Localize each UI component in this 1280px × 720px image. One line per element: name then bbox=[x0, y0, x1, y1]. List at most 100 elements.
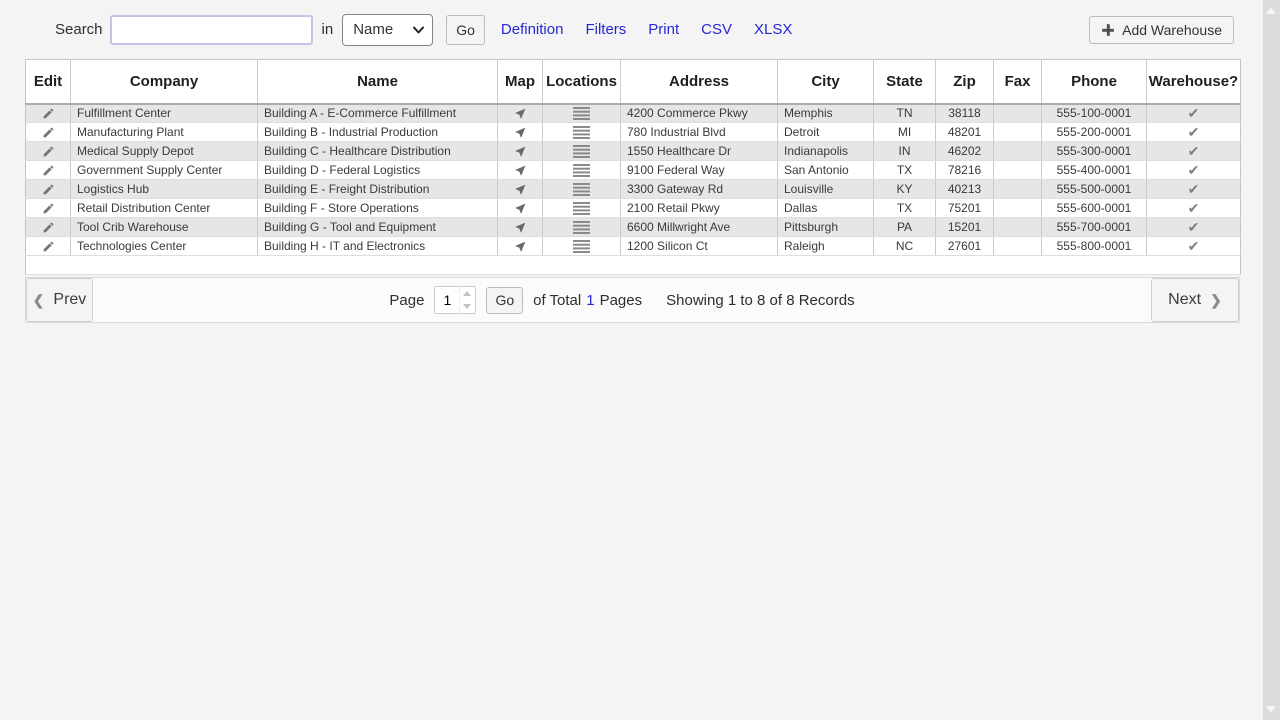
name-cell: Building A - E-Commerce Fulfillment bbox=[258, 104, 498, 123]
locations-cell[interactable] bbox=[543, 161, 621, 180]
zip-cell: 38118 bbox=[936, 104, 994, 123]
zip-cell: 15201 bbox=[936, 218, 994, 237]
locations-cell[interactable] bbox=[543, 104, 621, 123]
locations-cell[interactable] bbox=[543, 142, 621, 161]
phone-cell: 555-200-0001 bbox=[1042, 123, 1147, 142]
locations-cell[interactable] bbox=[543, 237, 621, 256]
stepper-up-button[interactable] bbox=[460, 287, 474, 300]
city-cell: Dallas bbox=[778, 199, 874, 218]
table-row: Logistics Hub Building E - Freight Distr… bbox=[26, 180, 1241, 199]
edit-cell[interactable] bbox=[26, 123, 71, 142]
column-header-address: Address bbox=[621, 60, 778, 104]
warehouse-table: Edit Company Name Map Locations Address … bbox=[25, 59, 1241, 275]
locations-list-icon bbox=[573, 221, 590, 234]
search-go-button[interactable]: Go bbox=[446, 15, 485, 45]
locations-list-icon bbox=[573, 202, 590, 215]
warehouse-cell: ✔ bbox=[1147, 104, 1241, 123]
edit-cell[interactable] bbox=[26, 104, 71, 123]
name-cell: Building G - Tool and Equipment bbox=[258, 218, 498, 237]
edit-cell[interactable] bbox=[26, 218, 71, 237]
csv-link[interactable]: CSV bbox=[701, 21, 732, 38]
in-label: in bbox=[322, 21, 334, 38]
edit-pencil-icon bbox=[42, 202, 55, 215]
check-icon: ✔ bbox=[1188, 162, 1200, 178]
fax-cell bbox=[994, 123, 1042, 142]
definition-link[interactable]: Definition bbox=[501, 21, 564, 38]
map-cell[interactable] bbox=[498, 123, 543, 142]
edit-cell[interactable] bbox=[26, 180, 71, 199]
phone-cell: 555-700-0001 bbox=[1042, 218, 1147, 237]
locations-list-icon bbox=[573, 126, 590, 139]
map-cell[interactable] bbox=[498, 180, 543, 199]
edit-cell[interactable] bbox=[26, 199, 71, 218]
address-cell: 4200 Commerce Pkwy bbox=[621, 104, 778, 123]
map-cell[interactable] bbox=[498, 218, 543, 237]
city-cell: Indianapolis bbox=[778, 142, 874, 161]
filters-link[interactable]: Filters bbox=[585, 21, 626, 38]
pagination-center: Page Go of Total 1 Pages Showing 1 to 8 … bbox=[93, 278, 1151, 322]
vertical-scrollbar[interactable] bbox=[1263, 0, 1280, 720]
name-cell: Building F - Store Operations bbox=[258, 199, 498, 218]
locations-cell[interactable] bbox=[543, 123, 621, 142]
fax-cell bbox=[994, 199, 1042, 218]
column-header-map: Map bbox=[498, 60, 543, 104]
column-header-warehouse: Warehouse? bbox=[1147, 60, 1241, 104]
map-cell[interactable] bbox=[498, 161, 543, 180]
triangle-down-icon bbox=[463, 304, 471, 309]
state-cell: TX bbox=[874, 161, 936, 180]
phone-cell: 555-300-0001 bbox=[1042, 142, 1147, 161]
scroll-down-arrow-icon[interactable] bbox=[1266, 706, 1276, 713]
map-cell[interactable] bbox=[498, 104, 543, 123]
check-icon: ✔ bbox=[1188, 181, 1200, 197]
add-warehouse-button[interactable]: Add Warehouse bbox=[1089, 16, 1234, 44]
zip-cell: 75201 bbox=[936, 199, 994, 218]
company-cell: Medical Supply Depot bbox=[71, 142, 258, 161]
locations-cell[interactable] bbox=[543, 180, 621, 199]
map-cell[interactable] bbox=[498, 199, 543, 218]
map-navigation-icon bbox=[514, 240, 527, 253]
search-label: Search bbox=[55, 21, 103, 38]
phone-cell: 555-400-0001 bbox=[1042, 161, 1147, 180]
xlsx-link[interactable]: XLSX bbox=[754, 21, 792, 38]
stepper-down-button[interactable] bbox=[460, 300, 474, 313]
scroll-up-arrow-icon[interactable] bbox=[1266, 7, 1276, 14]
search-field-selected-value: Name bbox=[353, 21, 393, 38]
prev-button[interactable]: ❮ Prev bbox=[26, 278, 93, 322]
search-input[interactable] bbox=[110, 15, 313, 45]
warehouse-cell: ✔ bbox=[1147, 237, 1241, 256]
city-cell: Louisville bbox=[778, 180, 874, 199]
table-row: Manufacturing Plant Building B - Industr… bbox=[26, 123, 1241, 142]
warehouse-cell: ✔ bbox=[1147, 161, 1241, 180]
edit-cell[interactable] bbox=[26, 142, 71, 161]
page-number-input[interactable] bbox=[435, 287, 459, 313]
warehouse-cell: ✔ bbox=[1147, 142, 1241, 161]
city-cell: Pittsburgh bbox=[778, 218, 874, 237]
fax-cell bbox=[994, 142, 1042, 161]
locations-cell[interactable] bbox=[543, 218, 621, 237]
locations-cell[interactable] bbox=[543, 199, 621, 218]
page-go-button[interactable]: Go bbox=[486, 287, 523, 314]
state-cell: TN bbox=[874, 104, 936, 123]
fax-cell bbox=[994, 161, 1042, 180]
state-cell: TX bbox=[874, 199, 936, 218]
column-header-company: Company bbox=[71, 60, 258, 104]
warehouse-cell: ✔ bbox=[1147, 180, 1241, 199]
address-cell: 1550 Healthcare Dr bbox=[621, 142, 778, 161]
total-pages-link[interactable]: 1 bbox=[586, 292, 594, 309]
check-icon: ✔ bbox=[1188, 105, 1200, 121]
map-cell[interactable] bbox=[498, 237, 543, 256]
table-footer-spacer bbox=[26, 256, 1241, 275]
edit-cell[interactable] bbox=[26, 237, 71, 256]
print-link[interactable]: Print bbox=[648, 21, 679, 38]
table-header-row: Edit Company Name Map Locations Address … bbox=[26, 60, 1241, 104]
edit-cell[interactable] bbox=[26, 161, 71, 180]
locations-list-icon bbox=[573, 145, 590, 158]
warehouse-list-page: Search in Name Go Definition Filters Pri… bbox=[0, 0, 1280, 323]
search-field-select[interactable]: Name bbox=[342, 14, 433, 46]
chevron-right-icon: ❯ bbox=[1210, 292, 1222, 309]
map-cell[interactable] bbox=[498, 142, 543, 161]
chevron-down-icon bbox=[413, 26, 424, 34]
next-button[interactable]: Next ❯ bbox=[1151, 278, 1239, 322]
name-cell: Building C - Healthcare Distribution bbox=[258, 142, 498, 161]
map-navigation-icon bbox=[514, 202, 527, 215]
